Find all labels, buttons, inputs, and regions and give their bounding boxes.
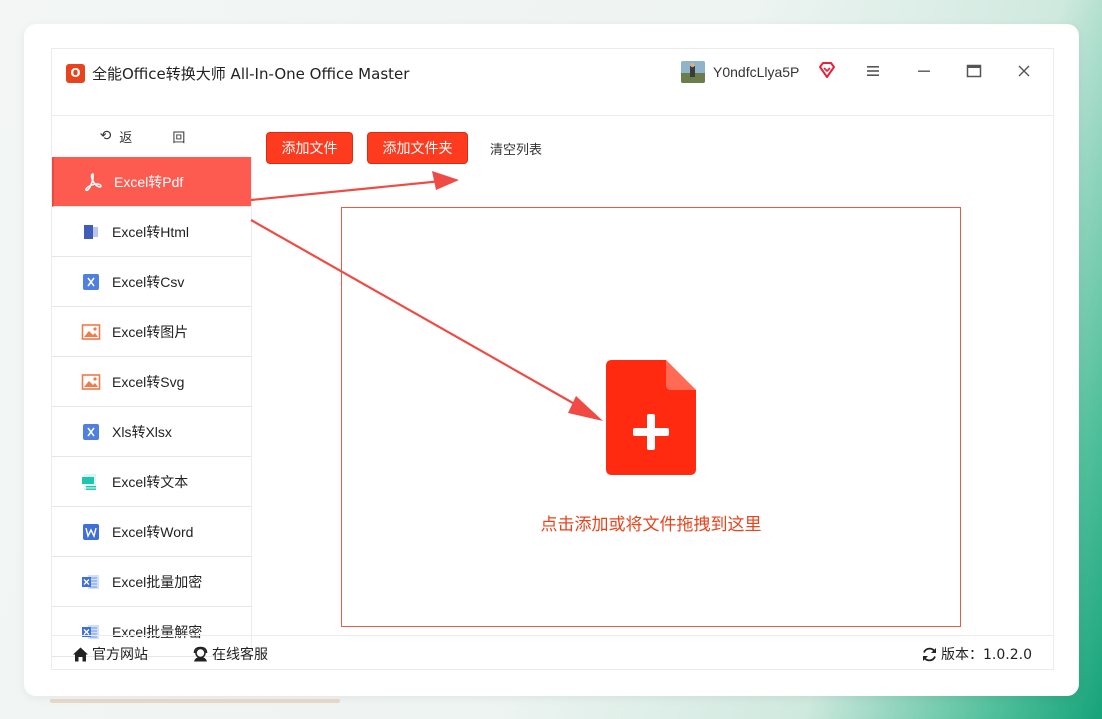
app-logo-icon: O xyxy=(66,64,85,83)
sidebar-item-label: Excel转Csv xyxy=(112,274,185,290)
customer-service-icon xyxy=(193,646,208,661)
back-arrow-icon: ⟲ xyxy=(99,128,112,144)
footer-bar: 官方网站 在线客服 版本：1.0.2.0 xyxy=(52,635,1053,670)
add-file-button[interactable]: 添加文件 xyxy=(266,132,353,164)
official-site-link[interactable]: 官方网站 xyxy=(72,644,148,664)
sidebar-item-excel-to-svg[interactable]: Excel转Svg xyxy=(52,357,251,407)
app-window: O 全能Office转换大师 All-In-One Office Master … xyxy=(24,24,1079,696)
file-drop-zone[interactable]: 点击添加或将文件拖拽到这里 xyxy=(341,207,961,627)
sidebar-item-excel-batch-encrypt[interactable]: Excel批量加密 xyxy=(52,557,251,607)
minimize-icon[interactable] xyxy=(914,61,934,81)
close-icon[interactable] xyxy=(1014,61,1034,81)
app-frame: O 全能Office转换大师 All-In-One Office Master … xyxy=(51,48,1054,670)
clear-list-button[interactable]: 清空列表 xyxy=(490,139,542,158)
online-service-link[interactable]: 在线客服 xyxy=(192,644,268,664)
encrypt-icon xyxy=(82,575,99,589)
svg-image-icon xyxy=(81,374,101,390)
sidebar-item-label: Excel转Svg xyxy=(112,374,185,390)
maximize-icon[interactable] xyxy=(964,61,984,81)
html-icon xyxy=(84,225,98,239)
version-label: 版本：1.0.2.0 xyxy=(941,647,1032,663)
image-icon xyxy=(81,324,101,340)
sidebar-item-excel-to-pdf[interactable]: Excel转Pdf xyxy=(52,157,251,207)
sidebar-item-excel-to-csv[interactable]: Excel转Csv xyxy=(52,257,251,307)
sidebar-item-label: Excel转Word xyxy=(112,524,194,540)
sidebar-item-label: Xls转Xlsx xyxy=(112,424,172,440)
refresh-icon xyxy=(923,647,936,661)
menu-icon[interactable] xyxy=(863,61,883,81)
csv-icon xyxy=(83,274,99,290)
xlsx-icon xyxy=(83,424,99,440)
sidebar-item-label: Excel批量加密 xyxy=(112,574,203,590)
sidebar-item-label: Excel转Html xyxy=(112,224,190,240)
sidebar-item-excel-to-text[interactable]: Excel转文本 xyxy=(52,457,251,507)
sidebar-item-label: Excel转Pdf xyxy=(114,174,184,190)
app-title: 全能Office转换大师 All-In-One Office Master xyxy=(92,65,410,83)
sidebar: Excel转Pdf Excel转Html Excel转Csv Excel转图片 … xyxy=(52,157,252,657)
home-icon xyxy=(73,647,88,661)
word-icon xyxy=(83,524,99,540)
pdf-icon xyxy=(85,173,102,192)
window-shadow xyxy=(50,699,340,703)
vip-diamond-icon[interactable] xyxy=(818,61,836,79)
arrow-to-toolbar xyxy=(250,171,459,202)
back-label: 返 回 xyxy=(119,130,204,146)
drop-zone-hint: 点击添加或将文件拖拽到这里 xyxy=(540,515,762,535)
add-folder-button[interactable]: 添加文件夹 xyxy=(367,132,468,164)
sidebar-item-excel-to-word[interactable]: Excel转Word xyxy=(52,507,251,557)
version-info[interactable]: 版本：1.0.2.0 xyxy=(921,644,1032,664)
title-bar: O 全能Office转换大师 All-In-One Office Master … xyxy=(52,49,1053,116)
sidebar-item-label: Excel转文本 xyxy=(112,474,189,490)
sidebar-item-excel-to-html[interactable]: Excel转Html xyxy=(52,207,251,257)
sidebar-item-label: Excel转图片 xyxy=(112,324,189,340)
sidebar-item-xls-to-xlsx[interactable]: Xls转Xlsx xyxy=(52,407,251,457)
text-icon xyxy=(82,474,96,490)
sidebar-item-excel-to-image[interactable]: Excel转图片 xyxy=(52,307,251,357)
username[interactable]: Y0ndfcLlya5P xyxy=(713,64,799,80)
back-button[interactable]: ⟲ 返 回 xyxy=(52,115,251,157)
online-service-label: 在线客服 xyxy=(212,647,268,663)
user-avatar[interactable] xyxy=(681,61,705,83)
official-site-label: 官方网站 xyxy=(92,647,148,663)
add-file-icon[interactable] xyxy=(606,360,696,475)
